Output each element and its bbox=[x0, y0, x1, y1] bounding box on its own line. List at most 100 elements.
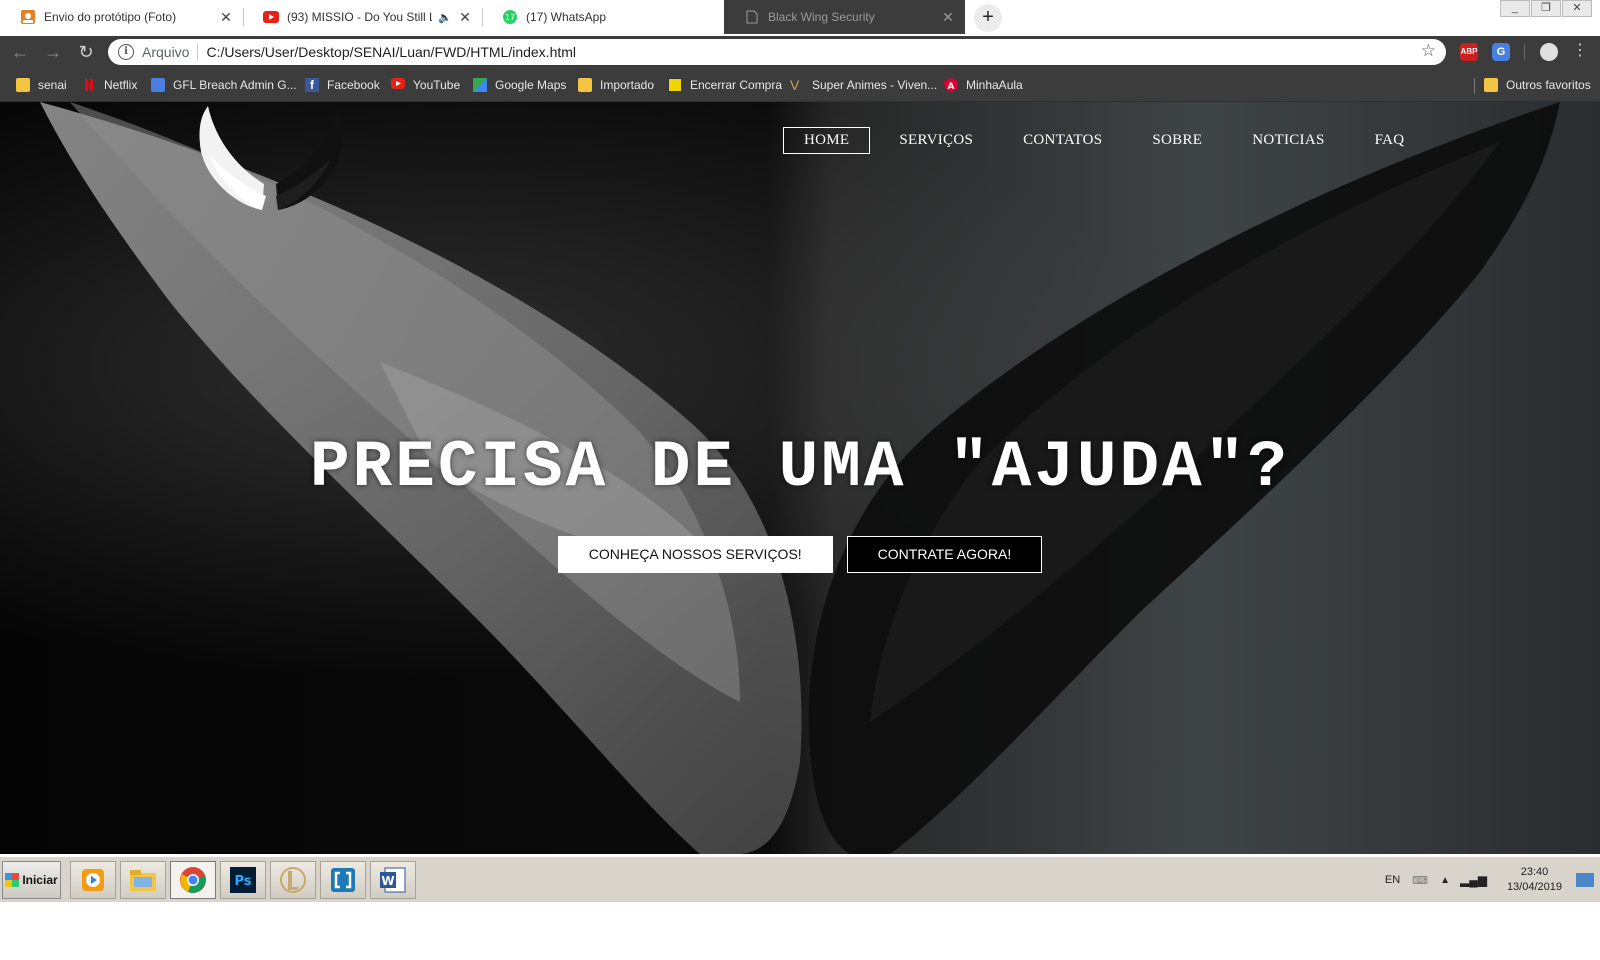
bookmark-encerrar-compra[interactable]: Encerrar Compra bbox=[668, 75, 782, 95]
bookmark-youtube[interactable]: YouTube bbox=[391, 75, 460, 95]
file-explorer-icon[interactable] bbox=[120, 861, 166, 899]
bookmarks-bar: senai Netflix GFL Breach Admin G... f Fa… bbox=[0, 68, 1600, 102]
tab-whatsapp[interactable]: 17 (17) WhatsApp bbox=[482, 0, 724, 34]
angular-icon: A bbox=[944, 78, 958, 92]
bookmark-label: Facebook bbox=[327, 78, 380, 92]
folder-icon bbox=[16, 78, 30, 92]
close-icon[interactable]: ✕ bbox=[458, 9, 472, 26]
tab-envio-prototipo[interactable]: Envio do protótipo (Foto) ✕ bbox=[0, 0, 243, 34]
nav-noticias[interactable]: NOTICIAS bbox=[1231, 127, 1345, 154]
keyboard-icon[interactable]: ⌨ bbox=[1412, 874, 1428, 887]
word-icon[interactable]: W bbox=[370, 861, 416, 899]
clock-date: 13/04/2019 bbox=[1506, 881, 1562, 893]
brackets-icon[interactable] bbox=[320, 861, 366, 899]
close-window-button[interactable]: ✕ bbox=[1562, 0, 1592, 17]
bookmark-label: Outros favoritos bbox=[1506, 78, 1591, 92]
bookmark-facebook[interactable]: f Facebook bbox=[305, 75, 380, 95]
minimize-button[interactable]: _ bbox=[1500, 0, 1530, 17]
svg-text:Ps: Ps bbox=[234, 874, 251, 889]
nav-sobre[interactable]: SOBRE bbox=[1131, 127, 1223, 154]
nav-servicos[interactable]: SERVIÇOS bbox=[878, 127, 994, 154]
back-arrow-icon[interactable]: ← bbox=[8, 40, 32, 64]
system-tray: EN ⌨ ▲ ▂▄▆ 23:40 13/04/2019 bbox=[1385, 857, 1600, 903]
start-label: Iniciar bbox=[22, 873, 58, 887]
bookmark-outros-favoritos[interactable]: Outros favoritos bbox=[1484, 75, 1591, 95]
close-icon[interactable]: ✕ bbox=[941, 9, 955, 26]
photoshop-icon[interactable]: Ps bbox=[220, 861, 266, 899]
tab-title: (17) WhatsApp bbox=[526, 10, 607, 24]
language-indicator[interactable]: EN bbox=[1385, 874, 1400, 886]
clock-time: 23:40 bbox=[1520, 866, 1549, 878]
youtube-icon bbox=[391, 78, 405, 92]
start-button[interactable]: Iniciar bbox=[2, 861, 61, 899]
anime-icon: V bbox=[790, 77, 800, 93]
bookmark-gfl[interactable]: GFL Breach Admin G... bbox=[151, 75, 297, 95]
info-icon[interactable]: i bbox=[118, 44, 134, 60]
profile-avatar[interactable] bbox=[1540, 43, 1558, 61]
hero-actions: CONHEÇA NOSSOS SERVIÇOS! CONTRATE AGORA! bbox=[0, 536, 1600, 573]
nav-home[interactable]: HOME bbox=[783, 127, 871, 154]
hire-now-button[interactable]: CONTRATE AGORA! bbox=[846, 536, 1043, 573]
bookmark-importado[interactable]: Importado bbox=[578, 75, 654, 95]
site-navigation: HOME SERVIÇOS CONTATOS SOBRE NOTICIAS FA… bbox=[783, 127, 1433, 154]
restore-button[interactable]: ❐ bbox=[1531, 0, 1561, 17]
os-taskbar: Iniciar Ps W EN ⌨ ▲ ▂▄▆ 23:40 13/04/2019 bbox=[0, 856, 1600, 902]
translate-icon[interactable]: G bbox=[1492, 43, 1510, 61]
bookmark-super-animes[interactable]: V Super Animes - Viven... bbox=[790, 75, 937, 95]
tab-youtube[interactable]: (93) MISSIO - Do You Still Love 🔈 ✕ bbox=[243, 0, 482, 34]
nav-faq[interactable]: FAQ bbox=[1354, 127, 1426, 154]
bookmark-netflix[interactable]: Netflix bbox=[82, 75, 137, 95]
bookmark-label: Super Animes - Viven... bbox=[812, 78, 938, 92]
bookmark-label: Importado bbox=[600, 78, 655, 92]
browser-tab-strip: Envio do protótipo (Foto) ✕ (93) MISSIO … bbox=[0, 0, 1600, 36]
speaker-icon[interactable]: 🔈 bbox=[438, 11, 452, 24]
new-tab-button[interactable]: + bbox=[974, 4, 1002, 32]
svg-text:W: W bbox=[381, 874, 394, 888]
menu-dots-icon[interactable]: ⋮ bbox=[1572, 40, 1588, 60]
adblock-icon[interactable]: ABP bbox=[1460, 43, 1478, 61]
address-scheme-label: Arquivo bbox=[142, 44, 190, 60]
bookmark-star-icon[interactable]: ☆ bbox=[1421, 41, 1436, 61]
show-desktop-icon[interactable] bbox=[1576, 873, 1594, 887]
address-divider bbox=[197, 44, 199, 60]
blank-area bbox=[0, 902, 1600, 960]
bookmark-label: Encerrar Compra bbox=[690, 78, 783, 92]
bookmark-label: GFL Breach Admin G... bbox=[173, 78, 297, 92]
bookmark-label: Google Maps bbox=[495, 78, 567, 92]
bookmark-label: senai bbox=[38, 78, 67, 92]
toolbar-divider bbox=[1524, 44, 1525, 60]
folder-icon bbox=[1484, 78, 1498, 92]
services-cta-button[interactable]: CONHEÇA NOSSOS SERVIÇOS! bbox=[557, 536, 833, 573]
site-logo[interactable] bbox=[192, 104, 352, 216]
youtube-icon bbox=[263, 9, 279, 25]
doc-icon bbox=[151, 78, 165, 92]
media-player-icon[interactable] bbox=[70, 861, 116, 899]
clock[interactable]: 23:40 13/04/2019 bbox=[1507, 865, 1562, 895]
bookmark-google-maps[interactable]: Google Maps bbox=[473, 75, 566, 95]
folder-icon bbox=[578, 78, 592, 92]
photo-icon bbox=[20, 9, 36, 25]
bookmark-senai[interactable]: senai bbox=[16, 75, 67, 95]
league-icon[interactable] bbox=[270, 861, 316, 899]
bookmark-label: MinhaAula bbox=[966, 78, 1023, 92]
whatsapp-icon: 17 bbox=[502, 9, 518, 25]
reload-icon[interactable]: ↻ bbox=[74, 40, 98, 64]
svg-text:A: A bbox=[948, 82, 955, 92]
show-hidden-icons-icon[interactable]: ▲ bbox=[1440, 875, 1450, 886]
tab-title: Envio do protótipo (Foto) bbox=[44, 10, 177, 24]
page-viewport: HOME SERVIÇOS CONTATOS SOBRE NOTICIAS FA… bbox=[0, 102, 1600, 854]
nav-contatos[interactable]: CONTATOS bbox=[1002, 127, 1123, 154]
address-url[interactable]: C:/Users/User/Desktop/SENAI/Luan/FWD/HTM… bbox=[206, 44, 576, 60]
maps-icon bbox=[473, 78, 487, 92]
bookmark-divider bbox=[1474, 78, 1475, 94]
network-signal-icon[interactable]: ▂▄▆ bbox=[1460, 873, 1487, 887]
bookmark-minhaaula[interactable]: A MinhaAula bbox=[944, 75, 1023, 95]
netflix-icon bbox=[82, 78, 96, 92]
forward-arrow-icon[interactable]: → bbox=[41, 40, 65, 64]
close-icon[interactable]: ✕ bbox=[219, 9, 233, 26]
chrome-icon[interactable] bbox=[170, 861, 216, 899]
hero-title: PRECISA DE UMA "AJUDA"? bbox=[310, 430, 1290, 505]
windows-logo-icon bbox=[5, 873, 20, 887]
tab-black-wing-security[interactable]: Black Wing Security ✕ bbox=[724, 0, 965, 34]
address-bar[interactable]: i Arquivo C:/Users/User/Desktop/SENAI/Lu… bbox=[108, 39, 1446, 65]
